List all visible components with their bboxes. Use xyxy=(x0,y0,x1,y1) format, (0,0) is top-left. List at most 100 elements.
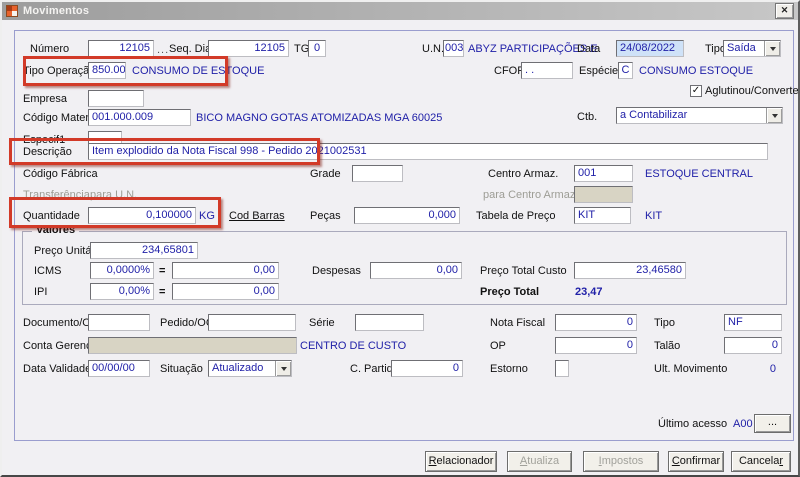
quantidade-field[interactable]: 0,100000 xyxy=(88,207,196,224)
empresa-label: Empresa xyxy=(23,93,68,105)
numero-lookup-icon[interactable]: ... xyxy=(157,44,169,56)
confirmar-button[interactable]: Confirmar xyxy=(668,451,724,472)
data-validade-label: Data Validade xyxy=(23,363,92,375)
data-label: Data xyxy=(577,43,601,55)
button-text: mpostos Movto xyxy=(601,455,644,475)
tg-field[interactable]: 0 xyxy=(308,40,326,57)
tipo-nf-field[interactable]: NF xyxy=(724,314,782,331)
valores-group-label: Valores xyxy=(32,224,80,236)
situacao-label: Situação xyxy=(160,363,203,375)
close-icon[interactable]: ✕ xyxy=(775,3,794,19)
codigo-fabrica-label: Código Fábrica xyxy=(23,168,98,180)
ult-movimento-label: Ult. Movimento xyxy=(654,363,728,375)
ult-movimento-value: 0 xyxy=(769,363,776,375)
quantidade-label: Quantidade xyxy=(23,210,80,222)
estorno-label: Estorno xyxy=(490,363,528,375)
op-label: OP xyxy=(490,340,506,352)
chevron-down-icon[interactable] xyxy=(766,108,782,123)
check-icon: ✓ xyxy=(691,85,701,96)
ctb-label: Ctb. xyxy=(577,111,598,123)
codigo-material-field[interactable]: 001.000.009 xyxy=(88,109,191,126)
serie-field[interactable] xyxy=(355,314,424,331)
tabela-preco-field[interactable]: KIT xyxy=(574,207,631,224)
movimentos-window: Movimentos ✕ Número 12105 ... Seq. Dia 1… xyxy=(0,0,800,477)
data-field[interactable]: 24/08/2022 xyxy=(616,40,684,57)
tabela-preco-description: KIT xyxy=(645,210,663,222)
button-text: onfirmar xyxy=(679,455,721,467)
ultimo-acesso-label: Último acesso xyxy=(658,418,728,430)
ipi-equals: = xyxy=(159,286,166,298)
preco-total-label: Preço Total xyxy=(480,286,540,298)
tipo-operacao-label: Tipo Operação xyxy=(23,65,96,77)
button-text: Cancela xyxy=(738,455,780,467)
talao-field[interactable]: 0 xyxy=(724,337,782,354)
ultimo-acesso-value: A00 xyxy=(733,418,753,430)
preco-total-custo-label: Preço Total Custo xyxy=(480,265,567,277)
especif1-label: Especif1 xyxy=(23,134,66,146)
codigo-material-description: BICO MAGNO GOTAS ATOMIZADAS MGA 60025 xyxy=(196,112,443,124)
situacao-dropdown-value: Atualizado xyxy=(212,362,264,374)
ctb-dropdown[interactable]: a Contabilizar xyxy=(616,107,783,124)
especie-field[interactable]: C xyxy=(618,62,633,79)
quantidade-unit: KG xyxy=(199,210,215,222)
descricao-field[interactable]: Item explodido da Nota Fiscal 998 - Pedi… xyxy=(88,143,768,160)
tabela-preco-label: Tabela de Preço xyxy=(476,210,556,222)
especie-label: Espécie xyxy=(579,65,619,77)
button-mnemonic: C xyxy=(671,455,680,467)
cfop-field[interactable]: . . xyxy=(521,62,573,79)
aglutinou-label: Aglutinou/Converteu xyxy=(705,85,800,97)
centro-armaz-label: Centro Armaz. xyxy=(488,168,559,180)
transferencia-label: Transferência xyxy=(23,189,90,201)
ipi-label: IPI xyxy=(34,286,48,298)
numero-field[interactable]: 12105 xyxy=(88,40,154,57)
pecas-label: Peças xyxy=(310,210,341,222)
data-validade-field[interactable]: 00/00/00 xyxy=(88,360,150,377)
relacionador-button[interactable]: Relacionador xyxy=(425,451,497,472)
preco-total-custo-field[interactable]: 23,46580 xyxy=(574,262,686,279)
tipo-dropdown[interactable]: Saída xyxy=(723,40,781,57)
pecas-field[interactable]: 0,000 xyxy=(354,207,460,224)
ipi-value-field[interactable]: 0,00 xyxy=(172,283,279,300)
nota-fiscal-field[interactable]: 0 xyxy=(555,314,637,331)
situacao-dropdown[interactable]: Atualizado xyxy=(208,360,292,377)
cancelar-button[interactable]: Cancelar xyxy=(731,451,791,472)
icms-pct-field[interactable]: 0,0000% xyxy=(90,262,154,279)
preco-total-value: 23,47 xyxy=(575,286,603,298)
window-title: Movimentos xyxy=(23,5,90,17)
seq-dia-field[interactable]: 12105 xyxy=(208,40,289,57)
icms-label: ICMS xyxy=(34,265,62,277)
cfop-label: CFOP xyxy=(494,65,525,77)
icms-equals: = xyxy=(159,265,166,277)
para-centro-armaz-field xyxy=(574,186,633,203)
icms-value-field[interactable]: 0,00 xyxy=(172,262,279,279)
atualiza-button: Atualiza xyxy=(507,451,572,472)
grade-label: Grade xyxy=(310,168,341,180)
documento-os-field[interactable] xyxy=(88,314,150,331)
grade-field[interactable] xyxy=(352,165,403,182)
preco-unitario-field[interactable]: 234,65801 xyxy=(90,242,198,259)
empresa-field[interactable] xyxy=(88,90,144,107)
talao-label: Talão xyxy=(654,340,681,352)
pedido-oc-field[interactable] xyxy=(208,314,296,331)
cod-barras-link[interactable]: Cod Barras xyxy=(229,210,285,222)
op-field[interactable]: 0 xyxy=(555,337,637,354)
chevron-down-icon[interactable] xyxy=(764,41,780,56)
tipo-nf-label: Tipo xyxy=(654,317,675,329)
estorno-checkbox[interactable] xyxy=(555,360,569,377)
title-bar: Movimentos ✕ xyxy=(2,2,798,20)
button-text: elacionador xyxy=(436,455,494,467)
descricao-label: Descrição xyxy=(23,146,72,158)
un-label: U.N. xyxy=(422,43,444,55)
despesas-field[interactable]: 0,00 xyxy=(370,262,462,279)
tipo-dropdown-value: Saída xyxy=(727,42,756,54)
ipi-pct-field[interactable]: 0,00% xyxy=(90,283,154,300)
button-mnemonic: r xyxy=(779,455,784,467)
centro-armaz-field[interactable]: 001 xyxy=(574,165,633,182)
app-icon xyxy=(6,5,18,17)
tipo-operacao-field[interactable]: 850.00 xyxy=(88,62,126,79)
aglutinou-checkbox[interactable]: ✓ xyxy=(690,85,702,97)
un-field[interactable]: 003 xyxy=(443,40,464,57)
c-partida-field[interactable]: 0 xyxy=(391,360,463,377)
ultimo-acesso-lookup-button[interactable]: ... xyxy=(754,414,791,433)
chevron-down-icon[interactable] xyxy=(275,361,291,376)
